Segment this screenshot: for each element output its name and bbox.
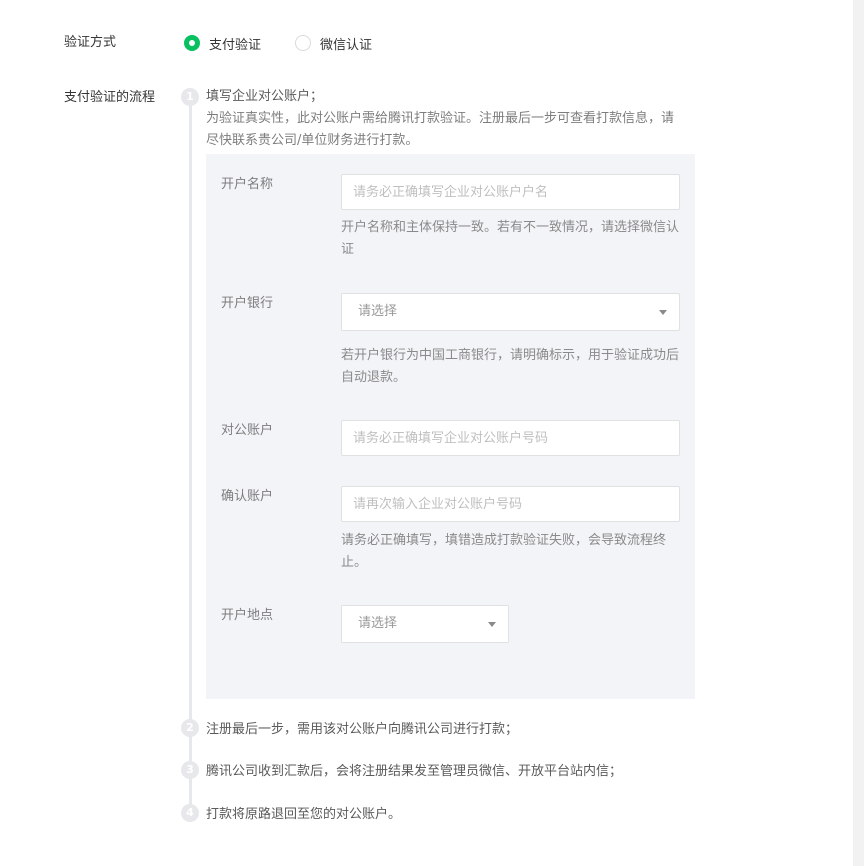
step-number-1: 1 <box>181 88 199 106</box>
account-number-label: 对公账户 <box>221 423 274 438</box>
step-1-title: 填写企业对公账户； <box>206 89 324 104</box>
radio-wechat-verify[interactable]: 微信认证 <box>295 34 373 53</box>
step-number-2: 2 <box>181 719 199 737</box>
chevron-down-icon <box>659 310 667 315</box>
account-name-hint: 开户名称和主体保持一致。若有不一致情况，请选择微信认证 <box>341 220 680 257</box>
step-3-title: 腾讯公司收到汇款后，会将注册结果发至管理员微信、开放平台站内信； <box>206 764 623 779</box>
radio-checked-icon <box>184 35 200 51</box>
scrollbar-track[interactable] <box>853 0 864 866</box>
bank-select-value: 请选择 <box>358 304 398 319</box>
account-name-label: 开户名称 <box>221 177 274 192</box>
chevron-down-icon <box>488 622 496 627</box>
radio-wechat-verify-label: 微信认证 <box>320 37 373 53</box>
confirm-account-hint: 请务必正确填写，填错造成打款验证失败，会导致流程终止。 <box>341 533 667 570</box>
location-select[interactable]: 请选择 <box>341 605 509 643</box>
account-name-input[interactable] <box>341 174 680 210</box>
step-1-description: 为验证真实性，此对公账户需给腾讯打款验证。注册最后一步可查看打款信息，请尽快联系… <box>206 111 675 148</box>
bank-hint: 若开户银行为中国工商银行，请明确标示，用于验证成功后自动退款。 <box>341 348 680 385</box>
location-select-value: 请选择 <box>358 616 398 631</box>
step-number-3: 3 <box>181 761 199 779</box>
verify-method-label: 验证方式 <box>64 35 117 50</box>
step-number-4: 4 <box>181 804 199 822</box>
account-number-input[interactable] <box>341 420 680 456</box>
radio-pay-verify[interactable]: 支付验证 <box>184 34 262 53</box>
step-2-title: 注册最后一步，需用该对公账户向腾讯公司进行打款； <box>206 722 519 737</box>
bank-select[interactable]: 请选择 <box>341 293 680 331</box>
location-label: 开户地点 <box>221 608 274 623</box>
flow-label: 支付验证的流程 <box>64 90 156 105</box>
radio-unchecked-icon <box>295 35 311 51</box>
bank-label: 开户银行 <box>221 296 274 311</box>
confirm-account-input[interactable] <box>341 486 680 522</box>
step-4-title: 打款将原路退回至您的对公账户。 <box>206 807 402 822</box>
radio-pay-verify-label: 支付验证 <box>209 37 262 53</box>
timeline-line <box>189 104 192 814</box>
confirm-account-label: 确认账户 <box>221 489 274 504</box>
